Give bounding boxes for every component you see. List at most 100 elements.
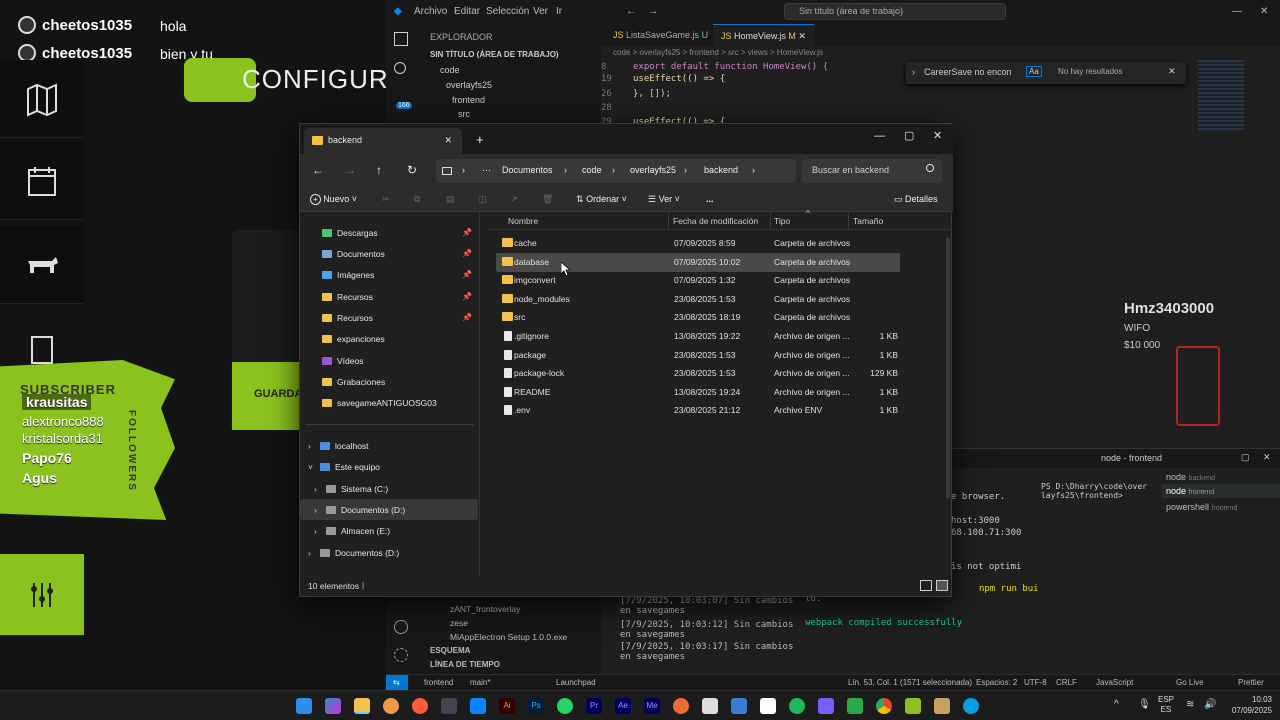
minimize-icon[interactable]: — xyxy=(1232,6,1242,17)
terminal-title[interactable]: node - frontend xyxy=(1101,453,1162,463)
account-icon[interactable] xyxy=(394,620,408,634)
match-case-icon[interactable]: Aa xyxy=(1026,66,1042,77)
photoshop-icon[interactable]: Ps xyxy=(528,698,544,714)
premiere-icon[interactable]: Pr xyxy=(586,698,602,714)
maximize-panel-icon[interactable]: ▢ xyxy=(1241,452,1250,463)
nav-item-almacen-e[interactable]: › Almacen (E:) xyxy=(300,520,478,541)
column-type[interactable]: Tipo xyxy=(774,216,790,226)
app-icon[interactable] xyxy=(441,698,457,714)
nav-item-sistema-c[interactable]: › Sistema (C:) xyxy=(300,478,478,499)
more-locations-icon[interactable]: ··· xyxy=(482,165,491,175)
menu-editar[interactable]: Editar xyxy=(454,6,480,17)
details-button[interactable]: ▭ Detalles xyxy=(894,194,938,205)
status-eol[interactable]: CRLF xyxy=(1056,678,1077,687)
app-icon[interactable] xyxy=(731,698,747,714)
share-icon[interactable]: ↗ xyxy=(510,194,518,205)
file-row[interactable]: package-lock 23/08/2025 1:53 Archivo de or… xyxy=(496,364,900,383)
menu-archivo[interactable]: Archivo xyxy=(414,6,447,17)
files-icon[interactable] xyxy=(394,32,408,46)
breadcrumb-item[interactable]: backend xyxy=(704,165,738,175)
terminal-session[interactable]: powershell frontend xyxy=(1166,502,1237,512)
media-encoder-icon[interactable]: Me xyxy=(644,698,660,714)
edge-icon[interactable] xyxy=(963,698,979,714)
chevron-right-icon[interactable]: › xyxy=(314,484,326,494)
copilot-icon[interactable] xyxy=(325,698,341,714)
details-view-icon[interactable] xyxy=(920,580,932,591)
sort-button[interactable]: ⇅ Ordenar ˅ xyxy=(576,194,627,205)
more-options-button[interactable]: ... xyxy=(706,194,714,204)
maximize-icon[interactable]: ▢ xyxy=(904,129,914,142)
new-button[interactable]: + Nuevo ˅ xyxy=(310,194,357,205)
search-input[interactable]: Buscar en backend xyxy=(802,159,942,183)
cow-nav-button[interactable] xyxy=(0,226,84,304)
up-arrow-icon[interactable]: ↑ xyxy=(376,163,382,177)
chrome-icon[interactable] xyxy=(876,698,892,714)
nav-item-documentos[interactable]: Documentos 📌 xyxy=(300,243,478,264)
status-spaces[interactable]: Espacios: 2 xyxy=(976,678,1017,687)
file-row[interactable]: README 13/08/2025 19:24 Archivo de origen … xyxy=(496,383,900,402)
status-folder[interactable]: frontend xyxy=(424,678,453,687)
status-encoding[interactable]: UTF-8 xyxy=(1024,678,1047,687)
breadcrumb[interactable]: › ··· Documentos › code › overlayfs25 › … xyxy=(436,159,796,183)
wifi-icon[interactable]: ≋ xyxy=(1186,699,1194,710)
tree-folder[interactable]: overlayfs25 xyxy=(446,80,492,90)
menu-ir[interactable]: Ir xyxy=(556,6,562,17)
illustrator-icon[interactable]: Ai xyxy=(499,698,515,714)
gear-icon[interactable] xyxy=(394,648,408,662)
after-effects-icon[interactable]: Ae xyxy=(615,698,631,714)
notion-icon[interactable] xyxy=(760,698,776,714)
app-icon[interactable] xyxy=(818,698,834,714)
terminal-session[interactable]: node backend xyxy=(1166,472,1215,482)
map-nav-button[interactable] xyxy=(0,60,84,138)
nav-item-imagenes[interactable]: Imágenes 📌 xyxy=(300,264,478,285)
status-launchpad[interactable]: Launchpad xyxy=(556,678,596,687)
whatsapp-icon[interactable] xyxy=(557,698,573,714)
file-row[interactable]: .gitignore 13/08/2025 19:22 Archivo de ori… xyxy=(496,327,900,346)
code-editor[interactable]: 8 export default function HomeView() { 1… xyxy=(601,58,901,128)
file-row[interactable]: package 23/08/2025 1:53 Archivo de origen … xyxy=(496,346,900,365)
nav-item-este-equipo[interactable]: ˅ Este equipo xyxy=(300,456,478,477)
chevron-right-icon[interactable]: › xyxy=(314,526,326,536)
tab-listasavegame[interactable]: JS ListaSaveGame.js U xyxy=(605,24,716,46)
language-indicator[interactable]: ESP ES xyxy=(1158,695,1174,715)
workspace-title[interactable]: SIN TÍTULO (ÁREA DE TRABAJO) xyxy=(430,50,559,59)
refresh-icon[interactable]: ↻ xyxy=(407,163,417,177)
nav-item-documentos-d-root[interactable]: › Documentos (D:) xyxy=(300,542,478,563)
close-icon[interactable]: ✕ xyxy=(1168,66,1176,77)
remote-icon[interactable]: ⇆ xyxy=(386,675,408,690)
cut-icon[interactable]: ✂ xyxy=(382,194,390,205)
timeline-section[interactable]: LÍNEA DE TIEMPO xyxy=(430,660,500,669)
file-row[interactable]: node_modules 23/08/2025 1:53 Carpeta de ar… xyxy=(496,290,900,309)
outline-item[interactable]: zANT_frontoverlay xyxy=(450,604,520,614)
column-date[interactable]: Fecha de modificación xyxy=(673,216,758,226)
search-icon[interactable] xyxy=(394,62,406,74)
tiles-view-icon[interactable] xyxy=(936,580,948,591)
nav-item-recursos-2[interactable]: Recursos 📌 xyxy=(300,307,478,328)
delete-icon[interactable]: 🗑 xyxy=(542,194,553,205)
file-row[interactable]: database 07/09/2025 10:02 Carpeta de archi… xyxy=(496,252,900,272)
minimize-icon[interactable]: — xyxy=(874,130,885,142)
status-language[interactable]: JavaScript xyxy=(1096,678,1133,687)
chevron-right-icon[interactable]: › xyxy=(912,67,915,77)
breadcrumb-item[interactable]: code xyxy=(582,165,602,175)
app-icon[interactable] xyxy=(905,698,921,714)
outline-item[interactable]: zese xyxy=(450,618,468,628)
terminal-session[interactable]: node frontend xyxy=(1162,484,1280,498)
app-icon[interactable] xyxy=(934,698,950,714)
nav-item-savegame[interactable]: savegameANTIGUOSG03 xyxy=(300,392,478,413)
rename-icon[interactable]: ◫ xyxy=(478,194,487,205)
close-icon[interactable]: ✕ xyxy=(1260,6,1268,17)
app-icon[interactable] xyxy=(847,698,863,714)
nav-item-descargas[interactable]: Descargas 📌 xyxy=(300,222,478,243)
spotify-icon[interactable] xyxy=(789,698,805,714)
file-row[interactable]: src 23/08/2025 18:19 Carpeta de archivos xyxy=(496,308,900,327)
tab-homeview[interactable]: JS HomeView.js M ✕ xyxy=(713,24,814,46)
find-input[interactable]: CareerSave no encon xyxy=(924,67,1012,77)
chevron-down-icon[interactable]: ˅ xyxy=(308,462,320,472)
tree-folder[interactable]: code xyxy=(440,65,460,75)
new-tab-icon[interactable]: + xyxy=(476,132,484,147)
breadcrumb-item[interactable]: Documentos xyxy=(502,165,553,175)
column-name[interactable]: Nombre xyxy=(508,216,538,226)
minimap[interactable] xyxy=(1198,60,1244,130)
brave-icon[interactable] xyxy=(383,698,399,714)
